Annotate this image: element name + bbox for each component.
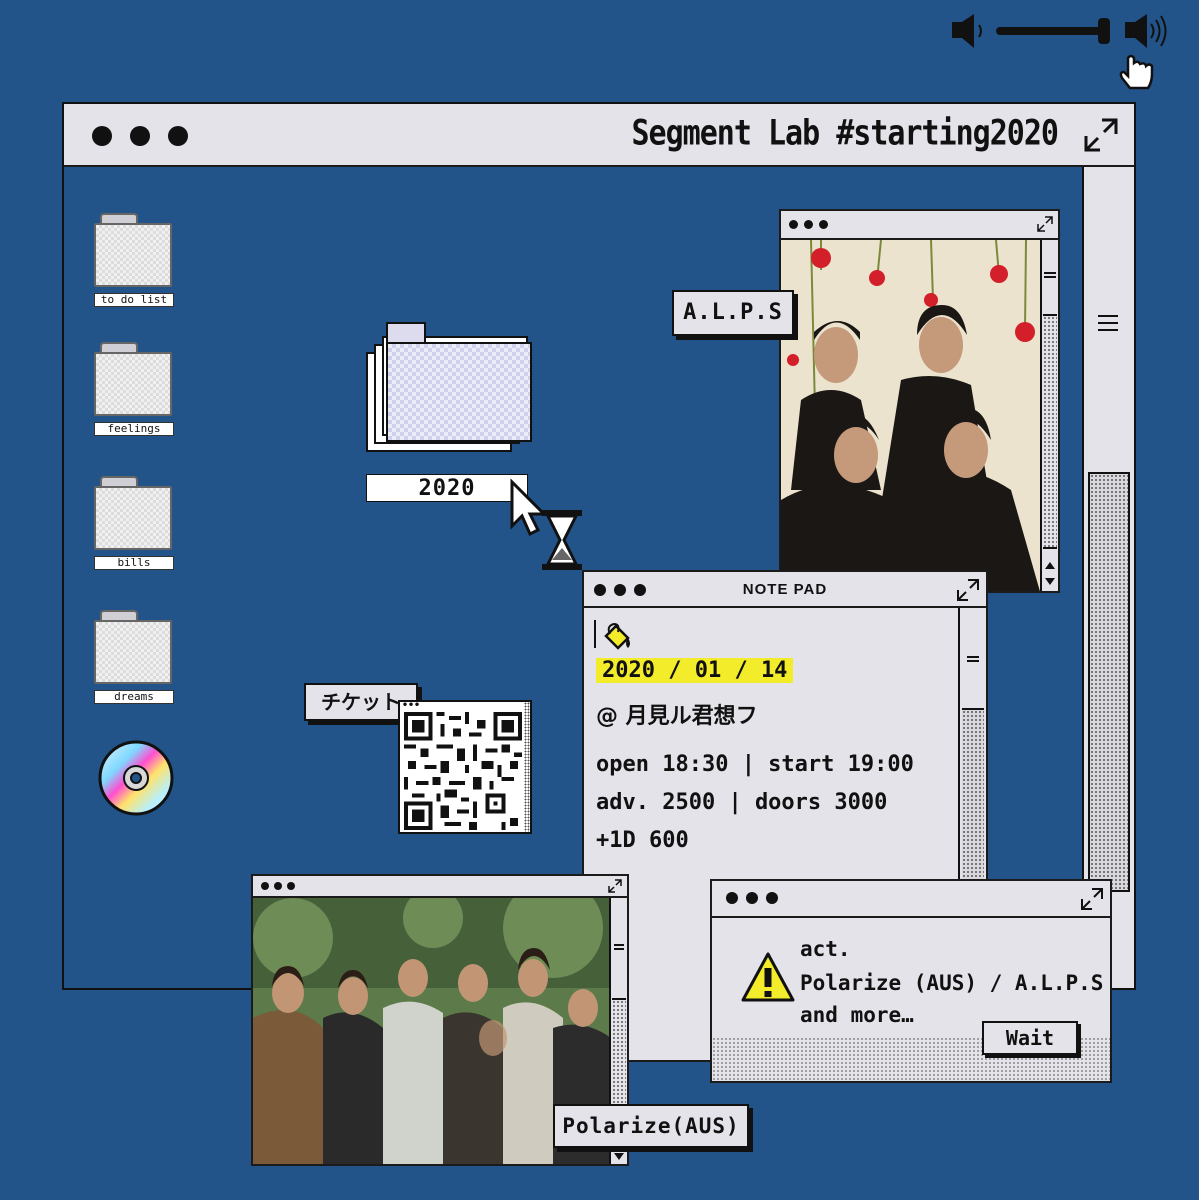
volume-slider[interactable]	[948, 10, 1178, 95]
alps-titlebar[interactable]	[781, 211, 1058, 240]
event-prices: adv. 2500 | doors 3000	[596, 790, 888, 815]
main-titlebar[interactable]: Segment Lab #starting2020	[64, 104, 1134, 167]
minimize-dot-icon[interactable]	[746, 892, 758, 904]
folder-icon	[94, 223, 172, 287]
folder-icon	[94, 352, 172, 416]
scroll-grip-icon	[1098, 315, 1118, 336]
folder-label: dreams	[94, 690, 174, 704]
scroll-down-icon[interactable]	[614, 1153, 624, 1160]
maximize-dot-icon[interactable]	[168, 126, 188, 146]
arrow-cursor-icon	[510, 478, 548, 537]
event-times: open 18:30 | start 19:00	[596, 752, 914, 777]
polarize-label[interactable]: Polarize(AUS)	[553, 1104, 749, 1148]
main-scrollbar[interactable]	[1082, 167, 1134, 988]
qr-code-icon	[404, 712, 522, 830]
maximize-dot-icon[interactable]	[819, 220, 828, 229]
folder-bills[interactable]: bills	[94, 476, 174, 570]
alert-line-act: act.	[800, 937, 851, 961]
maximize-dot-icon[interactable]	[287, 882, 295, 890]
date-highlight: 2020 / 01 / 14	[596, 658, 794, 683]
alert-line-more: and more…	[800, 1003, 914, 1027]
hand-cursor-icon	[1119, 54, 1154, 90]
folder-icon	[94, 620, 172, 684]
window-controls[interactable]	[92, 126, 188, 146]
folder-dreams[interactable]: dreams	[94, 610, 174, 704]
expand-icon[interactable]	[1080, 887, 1104, 911]
scroll-down-icon[interactable]	[1045, 578, 1055, 585]
main-window-title: Segment Lab #starting2020	[631, 113, 1059, 154]
text-caret	[594, 620, 596, 648]
polarize-titlebar[interactable]	[253, 876, 627, 898]
wait-button[interactable]: Wait	[982, 1021, 1078, 1055]
ticket-qr-window[interactable]: •••	[398, 700, 532, 834]
expand-icon[interactable]	[956, 578, 980, 602]
folder-to-do-list[interactable]: to do list	[94, 213, 174, 307]
event-drink: +1D 600	[596, 828, 689, 853]
paint-bucket-icon[interactable]	[600, 622, 634, 654]
folder-label: bills	[94, 556, 174, 570]
event-date: 2020 / 01 / 14	[596, 658, 794, 683]
alps-photo-window	[779, 209, 1060, 593]
expand-icon[interactable]	[1036, 215, 1054, 233]
speaker-mute-icon	[952, 14, 982, 48]
alert-titlebar[interactable]	[712, 881, 1110, 918]
folder-icon	[94, 486, 172, 550]
warning-icon	[741, 952, 795, 1002]
folder-2020-label: 2020	[366, 474, 528, 502]
busy-cursor	[510, 478, 582, 570]
expand-icon[interactable]	[607, 878, 623, 894]
scroll-thumb[interactable]	[1088, 472, 1130, 892]
window-dots-icon: •••	[402, 700, 421, 711]
minimize-dot-icon[interactable]	[274, 882, 282, 890]
hourglass-icon	[542, 510, 582, 570]
folder-icon	[386, 342, 532, 442]
alps-band-photo	[781, 240, 1040, 591]
maximize-dot-icon[interactable]	[766, 892, 778, 904]
close-dot-icon[interactable]	[726, 892, 738, 904]
close-dot-icon[interactable]	[789, 220, 798, 229]
alps-scrollbar[interactable]	[1040, 240, 1058, 591]
act-alert-dialog: act. Polarize (AUS) / A.L.P.S and more… …	[710, 879, 1112, 1083]
folder-label: feelings	[94, 422, 174, 436]
alps-label[interactable]: A.L.P.S	[672, 290, 794, 336]
expand-icon[interactable]	[1082, 116, 1120, 154]
close-dot-icon[interactable]	[261, 882, 269, 890]
scroll-up-icon[interactable]	[1045, 562, 1055, 569]
alert-line-lineup: Polarize (AUS) / A.L.P.S	[800, 971, 1104, 995]
cd-icon[interactable]	[96, 738, 176, 818]
notepad-titlebar[interactable]: NOTE PAD	[584, 572, 986, 608]
speaker-loud-icon	[1125, 14, 1167, 48]
event-venue: @ 月見ル君想フ	[596, 704, 758, 729]
folder-2020[interactable]	[366, 322, 532, 452]
volume-control[interactable]	[948, 10, 1178, 95]
minimize-dot-icon[interactable]	[130, 126, 150, 146]
folder-feelings[interactable]: feelings	[94, 342, 174, 436]
folder-label: to do list	[94, 293, 174, 307]
notepad-title: NOTE PAD	[742, 581, 828, 598]
minimize-dot-icon[interactable]	[804, 220, 813, 229]
close-dot-icon[interactable]	[92, 126, 112, 146]
